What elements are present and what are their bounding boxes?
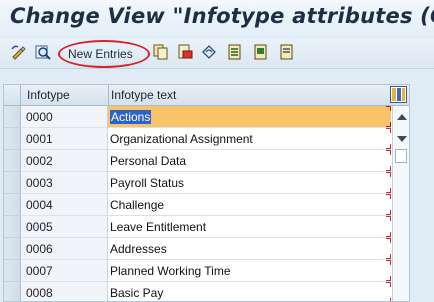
page-title: Change View "Infotype attributes (Custom… <box>10 4 434 28</box>
infotype-text: Addresses <box>110 242 167 256</box>
infotype-code-cell: 0000 <box>21 106 108 128</box>
infotype-text: Payroll Status <box>110 176 185 190</box>
cell-marker <box>386 188 391 193</box>
cell-marker <box>386 166 391 171</box>
column-header-infotype-text[interactable]: Infotype text <box>111 88 176 102</box>
scroll-down-icon[interactable] <box>397 136 407 142</box>
table-row[interactable]: 0004 Challenge <box>4 194 409 216</box>
column-separator[interactable] <box>108 85 109 105</box>
row-selector[interactable] <box>4 172 21 194</box>
table-row[interactable]: 0001 Organizational Assignment <box>4 128 409 150</box>
infotype-code-cell: 0005 <box>21 216 108 238</box>
infotype-text-cell[interactable]: Planned Working Time <box>108 260 391 282</box>
new-entries-button[interactable]: New Entries <box>68 47 133 61</box>
cell-marker <box>386 260 391 265</box>
infotype-code-cell: 0007 <box>21 260 108 282</box>
infotype-code: 0001 <box>26 132 53 146</box>
scroll-up-icon[interactable] <box>397 114 407 120</box>
infotype-code: 0002 <box>26 154 53 168</box>
infotype-text: Organizational Assignment <box>110 132 253 146</box>
infotype-text: Planned Working Time <box>110 264 231 278</box>
table-header: Infotype Infotype text <box>4 85 409 106</box>
row-selector[interactable] <box>4 238 21 260</box>
column-header-infotype[interactable]: Infotype <box>27 88 70 102</box>
cell-marker <box>386 254 391 259</box>
infotype-text: Actions <box>110 110 152 124</box>
infotype-code: 0004 <box>26 198 53 212</box>
title-bar: Change View "Infotype attributes (Custom… <box>0 0 434 36</box>
table-row[interactable]: 0006 Addresses <box>4 238 409 260</box>
infotype-code-cell: 0006 <box>21 238 108 260</box>
cell-marker <box>386 216 391 221</box>
table-settings-icon[interactable] <box>390 86 407 103</box>
row-selector[interactable] <box>4 150 21 172</box>
infotype-table: Infotype Infotype text 0000 Actions 0001 Or… <box>3 84 410 302</box>
infotype-text-cell[interactable]: Payroll Status <box>108 172 391 194</box>
infotype-code: 0000 <box>26 110 53 124</box>
row-selector[interactable] <box>4 282 21 301</box>
infotype-code: 0005 <box>26 220 53 234</box>
cell-marker <box>386 122 391 127</box>
cell-marker <box>386 210 391 215</box>
infotype-code: 0006 <box>26 242 53 256</box>
find-icon[interactable] <box>34 43 52 61</box>
row-selector[interactable] <box>4 194 21 216</box>
infotype-code-cell: 0004 <box>21 194 108 216</box>
infotype-text-cell[interactable]: Basic Pay <box>108 282 391 301</box>
infotype-text-cell[interactable]: Organizational Assignment <box>108 128 391 150</box>
infotype-code-cell: 0001 <box>21 128 108 150</box>
copy-as-icon[interactable] <box>152 43 170 61</box>
cell-marker <box>386 128 391 133</box>
display-change-icon[interactable] <box>10 43 28 61</box>
scroll-thumb[interactable] <box>395 149 407 163</box>
infotype-text-cell[interactable]: Actions <box>108 106 391 128</box>
row-selector[interactable] <box>4 128 21 150</box>
application-toolbar: New Entries <box>0 38 434 69</box>
infotype-code: 0008 <box>26 286 53 300</box>
cell-marker <box>386 298 391 301</box>
infotype-text-cell[interactable]: Personal Data <box>108 150 391 172</box>
cell-marker <box>386 282 391 287</box>
cell-marker <box>386 106 391 111</box>
table-row[interactable]: 0007 Planned Working Time <box>4 260 409 282</box>
cell-marker <box>386 194 391 199</box>
cell-marker <box>386 172 391 177</box>
infotype-text-cell[interactable]: Addresses <box>108 238 391 260</box>
table-row[interactable]: 0002 Personal Data <box>4 150 409 172</box>
table-row[interactable]: 0000 Actions <box>4 106 409 128</box>
infotype-text: Personal Data <box>110 154 187 168</box>
delete-icon[interactable] <box>176 43 194 61</box>
row-selector[interactable] <box>4 106 21 128</box>
undo-change-icon[interactable] <box>200 43 218 61</box>
vertical-scrollbar[interactable] <box>392 106 409 301</box>
table-row[interactable]: 0005 Leave Entitlement <box>4 216 409 238</box>
infotype-text: Challenge <box>110 198 165 212</box>
row-selector[interactable] <box>4 260 21 282</box>
infotype-text: Basic Pay <box>110 286 164 300</box>
select-all-rows-button[interactable] <box>4 85 21 105</box>
select-block-icon[interactable] <box>252 43 270 61</box>
select-all-icon[interactable] <box>226 43 244 61</box>
infotype-text: Leave Entitlement <box>110 220 207 234</box>
table-row[interactable]: 0008 Basic Pay <box>4 282 409 301</box>
table-row[interactable]: 0003 Payroll Status <box>4 172 409 194</box>
infotype-code-cell: 0003 <box>21 172 108 194</box>
cell-marker <box>386 238 391 243</box>
row-selector[interactable] <box>4 216 21 238</box>
infotype-code-cell: 0008 <box>21 282 108 301</box>
infotype-code-cell: 0002 <box>21 150 108 172</box>
infotype-text-cell[interactable]: Leave Entitlement <box>108 216 391 238</box>
cell-marker <box>386 150 391 155</box>
infotype-code: 0007 <box>26 264 53 278</box>
infotype-text-cell[interactable]: Challenge <box>108 194 391 216</box>
cell-marker <box>386 144 391 149</box>
deselect-all-icon[interactable] <box>278 43 296 61</box>
infotype-code: 0003 <box>26 176 53 190</box>
cell-marker <box>386 276 391 281</box>
cell-marker <box>386 232 391 237</box>
